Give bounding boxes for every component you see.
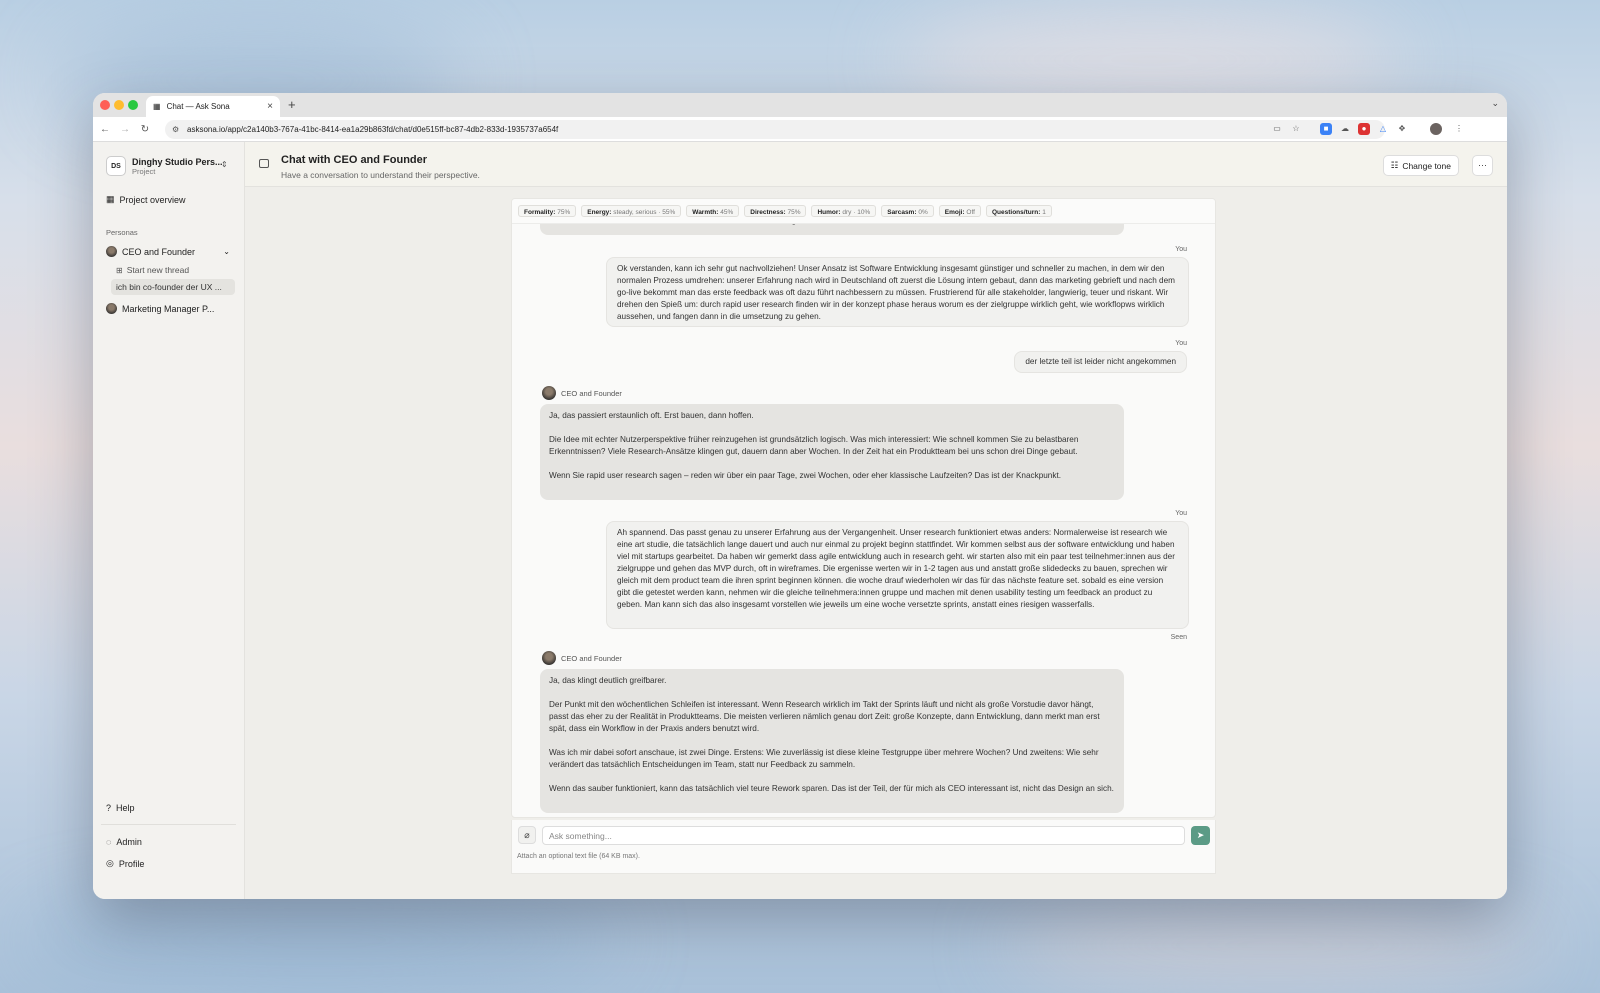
tone-pill-warmth: Warmth: 45% <box>686 205 740 217</box>
back-icon[interactable]: ← <box>95 124 115 135</box>
sidebar-item-help[interactable]: ? Help <box>106 803 135 813</box>
assistant-label: CEO and Founder <box>542 386 622 400</box>
avatar <box>106 303 117 314</box>
extensions-puzzle-icon[interactable]: ✥ <box>1396 123 1408 135</box>
tone-pill-emoji: Emoji: Off <box>938 205 981 217</box>
sidebar-item-label: Project overview <box>119 194 186 205</box>
page-title: Chat with CEO and Founder <box>281 154 428 166</box>
sidebar-item-label: Marketing Manager P... <box>122 303 215 314</box>
browser-menu-icon[interactable]: ⋮ <box>1453 123 1465 135</box>
chevron-down-icon[interactable]: ⌄ <box>223 247 230 256</box>
url-field[interactable]: ⚙ asksona.io/app/c2a140b3-767a-41bc-8414… <box>165 120 1385 139</box>
avatar <box>542 386 556 400</box>
tab-title: Chat — Ask Sona <box>166 102 230 111</box>
site-settings-icon[interactable]: ⚙ <box>172 125 179 134</box>
assistant-message: Ja, das klingt deutlich greifbarer. Der … <box>540 669 1124 813</box>
address-bar: ← → ↻ ⚙ asksona.io/app/c2a140b3-767a-41b… <box>93 117 1507 142</box>
user-message: der letzte teil ist leider nicht angekom… <box>1014 351 1187 373</box>
tab-close-icon[interactable]: × <box>267 101 273 112</box>
close-window-button[interactable] <box>100 100 110 110</box>
app: DS Dinghy Studio Pers... Project ⇕ ▦ Pro… <box>93 142 1507 899</box>
tone-pill-humor: Humor: dry · 10% <box>811 205 877 217</box>
sliders-icon: ☷ <box>1390 160 1399 170</box>
sidebar-item-project-overview[interactable]: ▦ Project overview <box>106 194 186 205</box>
chat-panel: Formality: 75% Energy: steady, serious ·… <box>511 198 1216 818</box>
main-area: Chat with CEO and Founder Have a convers… <box>245 142 1507 899</box>
maximize-window-button[interactable] <box>128 100 138 110</box>
composer: ⌀ ➤ Attach an optional text file (64 KB … <box>511 820 1216 874</box>
browser-tab[interactable]: ▦ Chat — Ask Sona × <box>146 96 280 117</box>
sidebar-item-profile[interactable]: ◎ Profile <box>106 858 144 869</box>
you-label: You <box>1175 246 1187 253</box>
sidebar-item-label: Help <box>116 803 135 813</box>
sidebar-toggle-icon[interactable] <box>259 159 269 168</box>
new-thread-label: Start new thread <box>126 265 190 275</box>
url-text: asksona.io/app/c2a140b3-767a-41bc-8414-e… <box>187 125 559 134</box>
tone-pill-directness: Directness: 75% <box>744 205 807 217</box>
tab-list-chevron-icon[interactable]: ⌄ <box>1491 98 1499 109</box>
sidebar-item-label: Profile <box>118 858 145 869</box>
avatar <box>106 246 117 257</box>
divider <box>101 824 236 825</box>
avatar <box>542 651 556 665</box>
tab-favicon-icon: ▦ <box>153 102 161 111</box>
sidebar-item-persona-marketing[interactable]: Marketing Manager P... <box>106 303 214 314</box>
browser-window: ▦ Chat — Ask Sona × + ⌄ ← → ↻ ⚙ asksona.… <box>93 93 1507 899</box>
thread-item-active[interactable]: ich bin co-founder der UX ... <box>111 279 235 295</box>
assistant-message: Ja, das passiert erstaunlich oft. Erst b… <box>540 404 1124 500</box>
profile-avatar-icon[interactable] <box>1430 123 1442 135</box>
project-name: Dinghy Studio Pers... <box>132 156 223 167</box>
project-switcher[interactable]: DS Dinghy Studio Pers... Project <box>106 156 223 176</box>
extension-cloud-icon[interactable]: ☁ <box>1339 123 1351 135</box>
user-message: Ah spannend. Das passt genau zu unserer … <box>606 521 1189 629</box>
tab-bar: ▦ Chat — Ask Sona × + ⌄ <box>93 93 1507 117</box>
change-tone-button[interactable]: ☷ Change tone <box>1382 155 1459 176</box>
attach-hint: Attach an optional text file (64 KB max)… <box>517 853 640 860</box>
extension-blue-icon[interactable]: ■ <box>1320 123 1332 135</box>
new-tab-button[interactable]: + <box>288 97 296 112</box>
extension-red-icon[interactable]: ● <box>1358 123 1370 135</box>
message-list[interactable]: Da merkt man schnell, wer wirklich Probl… <box>512 212 1215 817</box>
grid-icon: ▦ <box>106 194 115 204</box>
help-icon: ? <box>106 803 112 813</box>
shield-icon: ◌ <box>106 837 112 847</box>
user-icon: ◎ <box>106 858 114 868</box>
paperclip-icon[interactable]: ⌀ <box>518 826 536 844</box>
tone-settings-bar: Formality: 75% Energy: steady, serious ·… <box>512 199 1215 224</box>
forward-icon[interactable]: → <box>115 124 135 135</box>
message-plus-icon: ⊞ <box>116 265 123 275</box>
you-label: You <box>1175 510 1187 517</box>
seen-indicator: Seen <box>1170 634 1187 641</box>
thread-label: ich bin co-founder der UX ... <box>116 282 222 292</box>
tone-pill-questions: Questions/turn: 1 <box>985 205 1052 217</box>
start-new-thread-button[interactable]: ⊞ Start new thread <box>111 262 235 278</box>
assistant-label: CEO and Founder <box>542 651 622 665</box>
project-subtitle: Project <box>132 166 156 176</box>
tone-pill-energy: Energy: steady, serious · 55% <box>581 205 682 217</box>
chat-header: Chat with CEO and Founder Have a convers… <box>245 142 1507 187</box>
project-chevron-icon[interactable]: ⇕ <box>221 160 228 169</box>
sidebar-item-label: CEO and Founder <box>122 246 196 257</box>
reload-icon[interactable]: ↻ <box>135 124 155 135</box>
tone-pill-formality: Formality: 75% <box>518 205 577 217</box>
sidebar: DS Dinghy Studio Pers... Project ⇕ ▦ Pro… <box>93 142 245 899</box>
more-options-button[interactable]: ··· <box>1472 155 1493 176</box>
cast-icon[interactable]: ▭ <box>1271 123 1283 135</box>
sidebar-item-label: Admin <box>116 837 142 847</box>
ask-input[interactable] <box>542 826 1185 845</box>
user-message: Ok verstanden, kann ich sehr gut nachvol… <box>606 257 1189 327</box>
bookmark-star-icon[interactable]: ☆ <box>1290 123 1302 135</box>
personas-heading: Personas <box>106 228 138 237</box>
sidebar-item-admin[interactable]: ◌ Admin <box>106 837 142 847</box>
tone-pill-sarcasm: Sarcasm: 0% <box>881 205 934 217</box>
you-label: You <box>1175 340 1187 347</box>
send-button[interactable]: ➤ <box>1191 826 1210 845</box>
extension-triangle-icon[interactable]: △ <box>1377 123 1389 135</box>
change-tone-label: Change tone <box>1402 160 1451 171</box>
project-badge: DS <box>106 156 126 176</box>
page-subtitle: Have a conversation to understand their … <box>281 170 480 180</box>
sidebar-item-persona-ceo[interactable]: CEO and Founder ⌄ <box>106 246 230 257</box>
minimize-window-button[interactable] <box>114 100 124 110</box>
